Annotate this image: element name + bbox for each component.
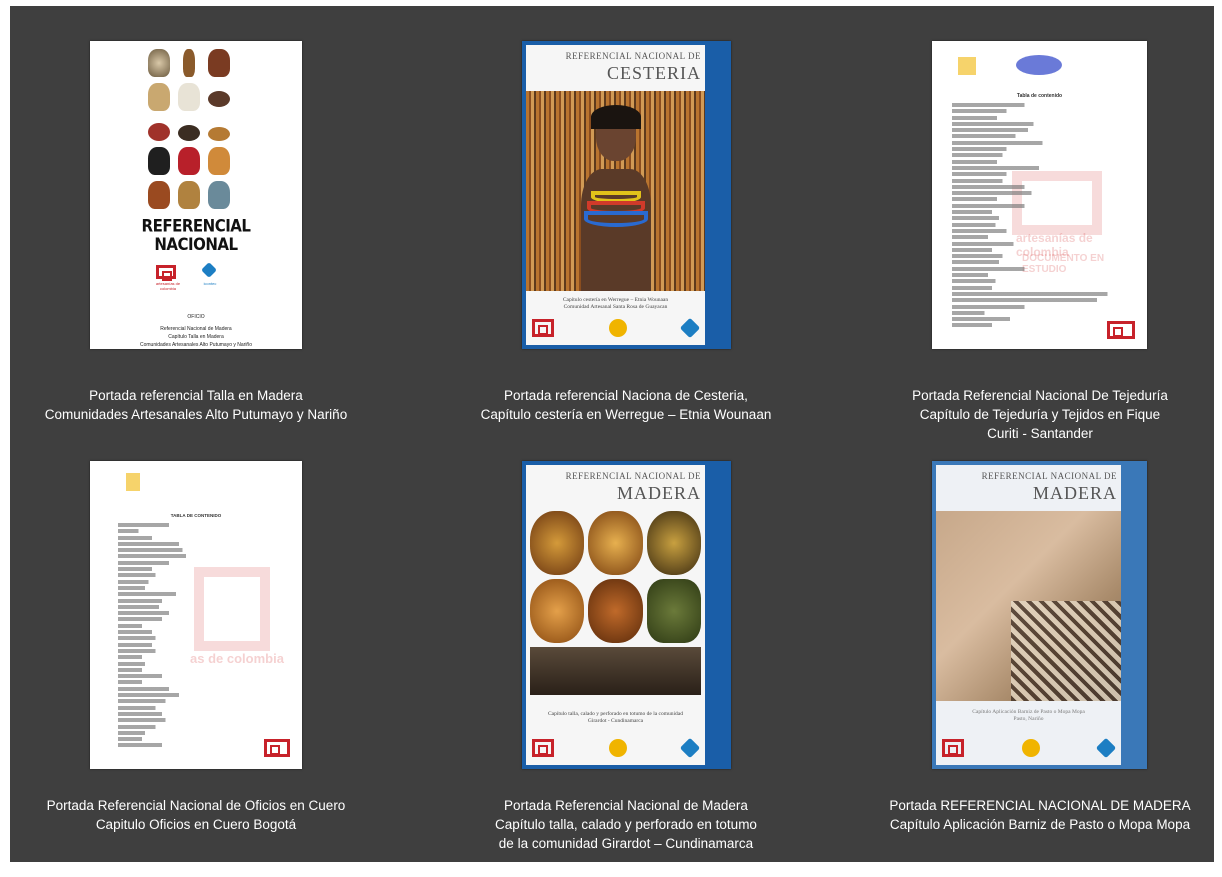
craft-image xyxy=(148,147,170,175)
totumo-image xyxy=(646,511,701,575)
caption-cuero: Portada Referencial Nacional de Oficios … xyxy=(46,798,346,832)
cover-cesteria: REFERENCIAL NACIONAL DE CESTERIA Capítul… xyxy=(522,41,731,349)
totumo-image xyxy=(588,579,643,643)
cover-craft-title: MADERA xyxy=(1032,483,1117,503)
caption-cesteria: Portada referencial Naciona de Cesteria,… xyxy=(480,388,772,422)
artesanias-logo-icon xyxy=(532,319,554,337)
craft-image xyxy=(178,83,200,111)
cover-footer: OFICIO Referencial Nacional de Madera Ca… xyxy=(139,314,252,348)
cover-craft-title: MADERA xyxy=(616,483,701,503)
caption-tejeduria: Portada Referencial Nacional De Tejedurí… xyxy=(912,388,1168,441)
cover-cuero: TABLA DE CONTENIDO as de colombia xyxy=(90,461,302,769)
cover-series: REFERENCIAL NACIONAL DE xyxy=(981,471,1117,481)
totumo-image xyxy=(646,579,701,643)
cover-photo xyxy=(526,511,705,703)
icontec-logo-icon xyxy=(679,737,701,759)
sponsor-logo-icon xyxy=(1021,739,1040,757)
craft-image xyxy=(178,147,200,175)
craft-image xyxy=(208,181,230,209)
portrait-figure xyxy=(581,105,651,291)
bottom-margin xyxy=(0,862,1222,877)
craft-image xyxy=(208,127,230,141)
totumo-image xyxy=(530,511,585,575)
header-logo-icon xyxy=(958,57,976,75)
totumo-image xyxy=(530,579,585,643)
workshop-image xyxy=(530,647,701,695)
cover-photo xyxy=(526,91,705,291)
cover-title: REFERENCIAL NACIONAL xyxy=(141,215,251,255)
doc-header: Tabla de contenido xyxy=(1016,93,1063,99)
cover-tejeduria: Tabla de contenido artesanías de colombi… xyxy=(932,41,1147,349)
cover-logos xyxy=(532,737,701,759)
icontec-logo-icon xyxy=(201,262,217,278)
crafts-grid xyxy=(146,49,232,209)
craft-image xyxy=(148,83,170,111)
artesanias-logo-text: artesanías de colombia xyxy=(155,281,181,291)
oval-logo-icon xyxy=(1016,55,1062,75)
cover-series: REFERENCIAL NACIONAL DE xyxy=(565,51,701,61)
cover-logos xyxy=(532,317,701,339)
cover-craft-title: CESTERIA xyxy=(606,63,701,83)
artesanias-logo-icon xyxy=(156,265,176,281)
carving-pattern xyxy=(1011,601,1121,701)
cover-series: REFERENCIAL NACIONAL DE xyxy=(565,471,701,481)
icontec-logo-text: icontec xyxy=(203,281,217,286)
cover-madera-mopa: REFERENCIAL NACIONAL DE MADERA Capítulo … xyxy=(932,461,1147,769)
craft-image xyxy=(178,125,200,141)
artesanias-logo-icon xyxy=(532,739,554,757)
cover-logos: artesanías de colombia icontec xyxy=(156,262,236,291)
cover-talla-madera: REFERENCIAL NACIONAL artesanías de colom… xyxy=(90,41,302,349)
craft-image xyxy=(208,91,230,107)
craft-image xyxy=(183,49,195,77)
caption-madera-mopa: Portada REFERENCIAL NACIONAL DE MADERA C… xyxy=(889,798,1191,832)
caption-madera-totumo: Portada Referencial Nacional de Madera C… xyxy=(495,798,757,851)
craft-image xyxy=(178,181,200,209)
footer-logo-icon xyxy=(264,739,290,757)
artesanias-logo-icon xyxy=(942,739,964,757)
table-of-contents xyxy=(118,523,288,750)
footer-logo-icon xyxy=(1107,321,1135,339)
cover-subtitle: Capítulo talla, calado y perforado en to… xyxy=(547,711,683,724)
cover-madera-totumo: REFERENCIAL NACIONAL DE MADERA Capítulo … xyxy=(522,461,731,769)
totumo-image xyxy=(588,511,643,575)
sponsor-logo-icon xyxy=(608,319,627,337)
table-of-contents xyxy=(952,103,1133,330)
cover-photo xyxy=(936,511,1121,701)
craft-image xyxy=(148,49,170,77)
cover-subtitle: Capítulo Aplicación Barniz de Pasto o Mo… xyxy=(972,709,1085,722)
caption-talla-madera: Portada referencial Talla en Madera Comu… xyxy=(44,388,348,422)
sponsor-logo-icon xyxy=(608,739,627,757)
craft-image xyxy=(208,49,230,77)
icontec-logo-icon xyxy=(679,317,701,339)
craft-image xyxy=(148,181,170,209)
doc-header: TABLA DE CONTENIDO xyxy=(170,513,222,518)
cover-logos xyxy=(942,737,1117,759)
craft-image xyxy=(148,123,170,141)
craft-image xyxy=(208,147,230,175)
header-logo-icon xyxy=(126,473,140,491)
icontec-logo-icon xyxy=(1095,737,1117,759)
cover-subtitle: Capítulo cestería en Werregue – Etnia Wo… xyxy=(562,297,669,310)
